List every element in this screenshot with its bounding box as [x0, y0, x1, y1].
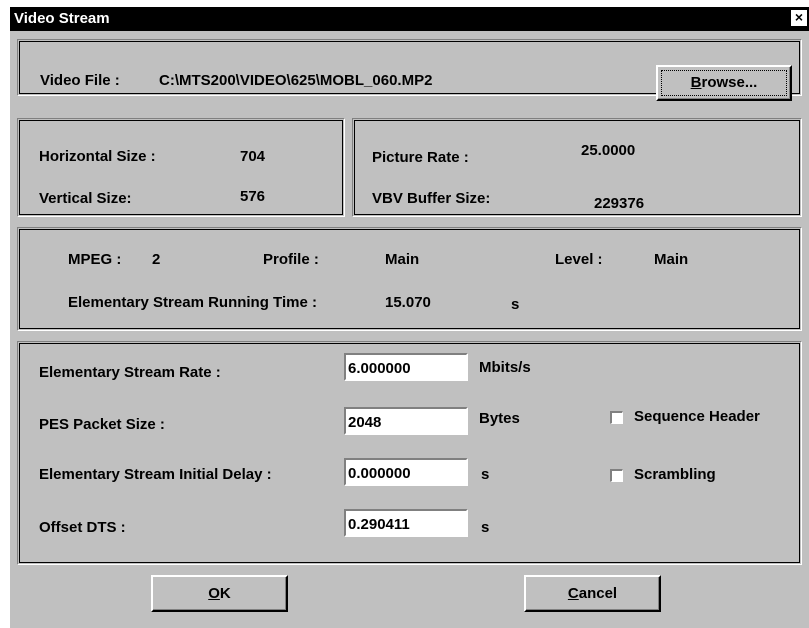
video-file-path: C:\MTS200\VIDEO\625\MOBL_060.MP2	[159, 72, 433, 89]
level-label: Level :	[555, 251, 603, 268]
stream-rate-unit: Mbits/s	[479, 359, 531, 376]
video-stream-dialog: Video Stream × Video File : C:\MTS200\VI…	[10, 7, 809, 628]
horizontal-size-value: 704	[240, 148, 266, 165]
ok-label: K	[219, 585, 231, 602]
scrambling-checkbox[interactable]	[610, 469, 623, 482]
title-bar[interactable]: Video Stream ×	[10, 7, 809, 31]
pes-packet-size-unit: Bytes	[479, 410, 520, 427]
stream-rate-label: Elementary Stream Rate :	[39, 364, 221, 381]
vertical-size-value: 576	[240, 188, 266, 205]
cancel-mnemonic: C	[567, 585, 579, 602]
browse-label: rowse...	[701, 74, 758, 91]
ok-button[interactable]: OK	[151, 575, 288, 612]
stream-rate-input[interactable]	[344, 353, 468, 381]
mpeg-value: 2	[152, 251, 161, 268]
running-time-label: Elementary Stream Running Time :	[68, 294, 317, 311]
profile-value: Main	[385, 251, 420, 268]
profile-label: Profile :	[263, 251, 319, 268]
initial-delay-input[interactable]	[344, 458, 468, 486]
pes-packet-size-input[interactable]	[344, 407, 468, 435]
offset-dts-input[interactable]	[344, 509, 468, 537]
running-time-value: 15.070	[385, 294, 431, 311]
offset-dts-label: Offset DTS :	[39, 519, 126, 536]
level-value: Main	[654, 251, 689, 268]
cancel-button[interactable]: Cancel	[524, 575, 661, 612]
mpeg-info-frame	[19, 229, 800, 329]
vbv-buffer-label: VBV Buffer Size:	[372, 190, 491, 207]
sequence-header-label[interactable]: Sequence Header	[634, 408, 760, 425]
vbv-buffer-value: 229376	[594, 195, 645, 212]
initial-delay-label: Elementary Stream Initial Delay :	[39, 466, 272, 483]
mpeg-info-panel	[17, 227, 802, 331]
window-title: Video Stream	[14, 10, 110, 27]
pes-packet-size-label: PES Packet Size :	[39, 416, 165, 433]
video-file-label: Video File :	[40, 72, 120, 89]
picture-rate-value: 25.0000	[581, 142, 636, 159]
scrambling-label[interactable]: Scrambling	[634, 466, 716, 483]
browse-button[interactable]: Browse...	[656, 65, 792, 101]
close-icon[interactable]: ×	[791, 10, 807, 26]
sequence-header-checkbox[interactable]	[610, 411, 623, 424]
initial-delay-unit: s	[481, 466, 490, 483]
mpeg-label: MPEG :	[68, 251, 122, 268]
vertical-size-label: Vertical Size:	[39, 190, 132, 207]
ok-mnemonic: O	[208, 585, 220, 602]
offset-dts-unit: s	[481, 519, 490, 536]
running-time-unit: s	[511, 296, 520, 313]
cancel-label: ancel	[578, 585, 618, 602]
browse-mnemonic: B	[690, 74, 702, 91]
horizontal-size-label: Horizontal Size :	[39, 148, 156, 165]
picture-rate-label: Picture Rate :	[372, 149, 469, 166]
